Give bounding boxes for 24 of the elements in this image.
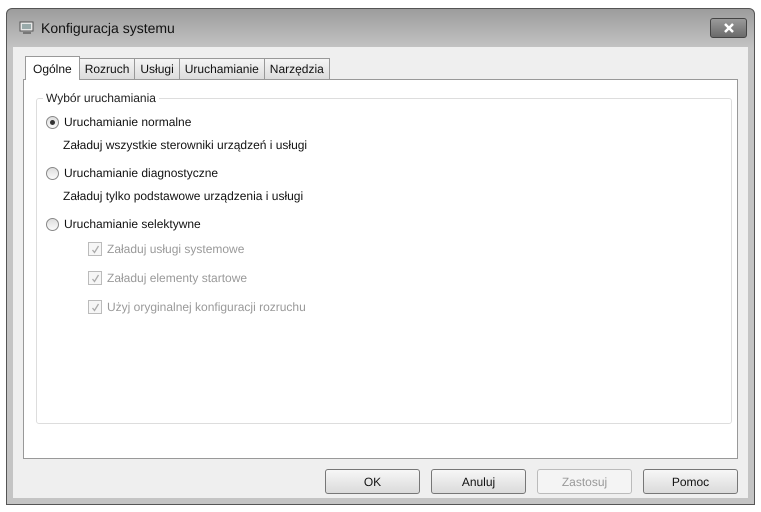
check-icon [90,274,100,282]
group-title: Wybór uruchamiania [43,91,159,105]
monitor-icon [19,21,35,35]
radio-option[interactable]: Uruchamianie normalne [46,113,721,131]
tab[interactable]: Usługi [134,58,180,79]
tab[interactable]: Ogólne [25,56,80,80]
close-icon [722,23,734,33]
radio-option[interactable]: Uruchamianie diagnostyczne [46,164,721,182]
radio-button[interactable] [46,116,59,128]
window-title: Konfiguracja systemu [41,20,176,36]
check-icon [90,244,100,254]
radio-button[interactable] [46,218,59,230]
radio-button[interactable] [46,166,59,180]
tab[interactable]: Rozruch [78,58,136,79]
dialog-button[interactable]: OK [325,469,420,494]
tab[interactable]: Uruchamianie [178,58,265,79]
dialog-button[interactable]: Pomoc [643,469,738,494]
dialog-button[interactable]: Anuluj [431,469,526,494]
option-description: Załaduj tylko podstawowe urządzenia i usługi [63,188,304,205]
close-button[interactable] [710,18,747,38]
radio-option[interactable]: Uruchamianie selektywne [46,215,721,233]
check-icon [90,302,100,312]
option-description: Załaduj wszystkie sterowniki urządzeń i usługi [63,137,308,154]
tab[interactable]: Narzędzia [264,58,330,79]
